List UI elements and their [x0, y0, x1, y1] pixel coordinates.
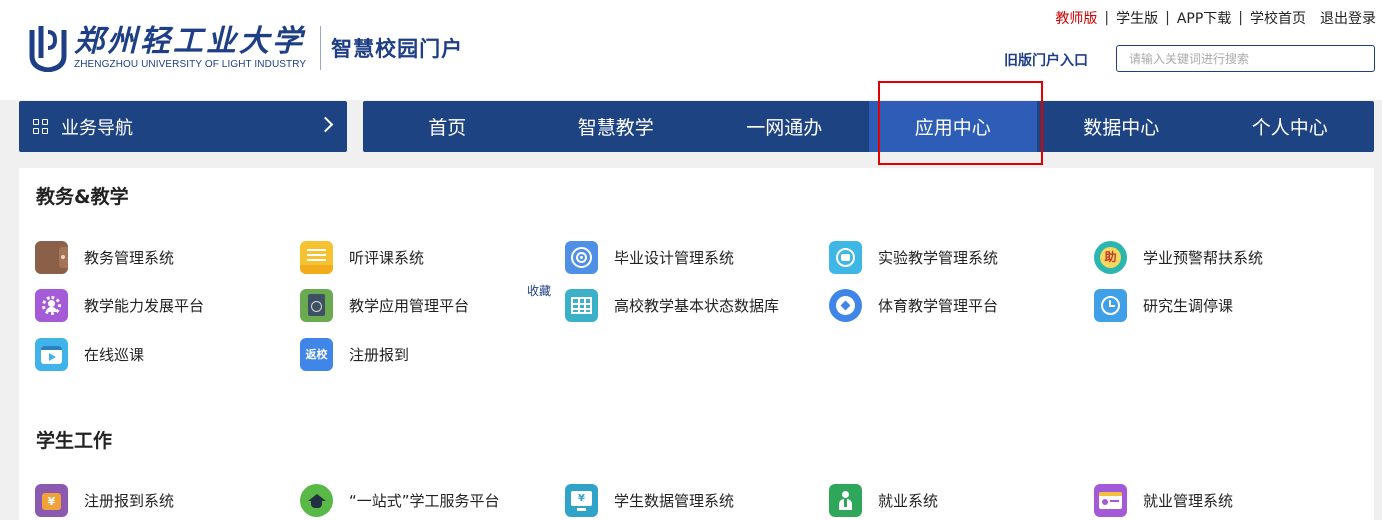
app-item-academic-warning[interactable]: 助 学业预警帮扶系统	[1094, 240, 1263, 274]
section-title-academic: 教务&教学	[36, 186, 129, 208]
id-card-icon	[1094, 483, 1127, 517]
person-tie-icon	[829, 483, 862, 517]
app-item-teaching-app-management[interactable]: 教学应用管理平台	[300, 288, 469, 322]
university-logo[interactable]: 郑州轻工业大学 ZHENGZHOU UNIVERSITY OF LIGHT IN…	[28, 20, 463, 76]
app-label: 高校教学基本状态数据库	[614, 296, 780, 315]
business-nav-button[interactable]: 业务导航	[19, 101, 347, 152]
app-item-academic-affairs[interactable]: 教务管理系统	[35, 240, 174, 274]
old-portal-link[interactable]: 旧版门户入口	[1004, 50, 1088, 70]
app-label: 研究生调停课	[1143, 296, 1234, 315]
return-school-icon: 返校	[300, 337, 333, 371]
chevron-right-icon	[317, 116, 334, 133]
book-globe-icon	[300, 288, 333, 322]
business-nav-label: 业务导航	[61, 117, 133, 139]
section-title-student-work: 学生工作	[36, 430, 113, 452]
video-icon	[35, 337, 68, 371]
app-item-teaching-state-database[interactable]: 高校教学基本状态数据库	[565, 288, 779, 322]
tab-one-stop-service[interactable]: 一网通办	[700, 101, 869, 152]
app-item-lecture-review[interactable]: 听评课系统	[300, 240, 424, 274]
tab-app-center[interactable]: 应用中心	[868, 101, 1037, 152]
app-item-registration[interactable]: 返校 注册报到	[300, 337, 409, 371]
portal-title: 智慧校园门户	[331, 37, 464, 61]
yuan-bag-icon: ¥	[35, 483, 68, 517]
tab-personal-center[interactable]: 个人中心	[1206, 101, 1375, 152]
app-label: 实验教学管理系统	[878, 248, 999, 267]
app-label: 听评课系统	[349, 248, 425, 267]
logout-link[interactable]: 退出登录	[1320, 8, 1376, 28]
app-item-lab-teaching[interactable]: 实验教学管理系统	[829, 240, 998, 274]
app-panel: 教务&教学 收藏 教务管理系统 听评课系统 毕业设计管理系统 实验教学管理系统	[19, 168, 1374, 520]
header: 郑州轻工业大学 ZHENGZHOU UNIVERSITY OF LIGHT IN…	[0, 0, 1382, 100]
logo-chinese-name: 郑州轻工业大学	[74, 24, 305, 59]
app-item-employment[interactable]: 就业系统	[829, 483, 938, 517]
wallet-icon	[35, 240, 68, 274]
app-download-link[interactable]: APP下载	[1177, 8, 1231, 28]
app-label: 在线巡课	[84, 345, 145, 364]
student-version-link[interactable]: 学生版	[1116, 8, 1158, 28]
app-label: 学生数据管理系统	[614, 491, 735, 510]
app-label: 教学能力发展平台	[84, 296, 205, 315]
grid-menu-icon	[33, 118, 49, 135]
link-separator: |	[1165, 10, 1170, 26]
logo-english-name: ZHENGZHOU UNIVERSITY OF LIGHT INDUSTRY	[74, 59, 307, 70]
app-item-pe-teaching[interactable]: 体育教学管理平台	[829, 288, 998, 322]
link-separator: |	[1104, 10, 1110, 26]
clock-calendar-icon	[1094, 288, 1127, 322]
school-homepage-link[interactable]: 学校首页	[1250, 8, 1306, 28]
app-label: 教学应用管理平台	[349, 296, 470, 315]
app-item-graduation-design[interactable]: 毕业设计管理系统	[565, 240, 734, 274]
help-icon: 助	[1094, 240, 1127, 274]
app-item-one-stop-student-service[interactable]: “一站式”学工服务平台	[300, 483, 500, 517]
grad-cap-icon	[300, 483, 333, 517]
logo-divider	[320, 26, 322, 70]
notes-icon	[300, 240, 333, 274]
app-label: 就业系统	[878, 491, 939, 510]
main-nav: 首页 智慧教学 一网通办 应用中心 数据中心 个人中心	[363, 101, 1374, 152]
tab-data-center[interactable]: 数据中心	[1037, 101, 1206, 152]
search-input[interactable]	[1116, 45, 1375, 72]
app-item-student-data[interactable]: ¥ 学生数据管理系统	[565, 483, 734, 517]
app-label: 毕业设计管理系统	[614, 248, 735, 267]
football-icon	[829, 288, 862, 322]
app-label: 学业预警帮扶系统	[1143, 248, 1264, 267]
app-label: 注册报到系统	[84, 491, 175, 510]
university-emblem-icon	[28, 24, 68, 73]
link-separator: |	[1238, 10, 1243, 26]
target-icon	[565, 240, 598, 274]
app-item-employment-management[interactable]: 就业管理系统	[1094, 483, 1233, 517]
top-links: 教师版 | 学生版 | APP下载 | 学校首页 退出登录	[1055, 8, 1376, 28]
app-item-online-inspection[interactable]: 在线巡课	[35, 337, 144, 371]
app-label: 注册报到	[349, 345, 410, 364]
app-label: “一站式”学工服务平台	[349, 491, 500, 510]
table-icon	[565, 288, 598, 322]
app-label: 体育教学管理平台	[878, 296, 999, 315]
favorite-button[interactable]: 收藏	[527, 282, 551, 299]
app-item-teaching-ability[interactable]: 教学能力发展平台	[35, 288, 204, 322]
teacher-version-link[interactable]: 教师版	[1055, 8, 1097, 28]
app-item-registration-system[interactable]: ¥ 注册报到系统	[35, 483, 174, 517]
monitor-yuan-icon: ¥	[565, 483, 598, 517]
tab-smart-teaching[interactable]: 智慧教学	[532, 101, 701, 152]
app-label: 就业管理系统	[1143, 491, 1234, 510]
tab-home[interactable]: 首页	[363, 101, 532, 152]
app-label: 教务管理系统	[84, 248, 175, 267]
gear-person-icon	[35, 288, 68, 322]
lab-icon	[829, 240, 862, 274]
app-item-graduate-class-adjust[interactable]: 研究生调停课	[1094, 288, 1233, 322]
